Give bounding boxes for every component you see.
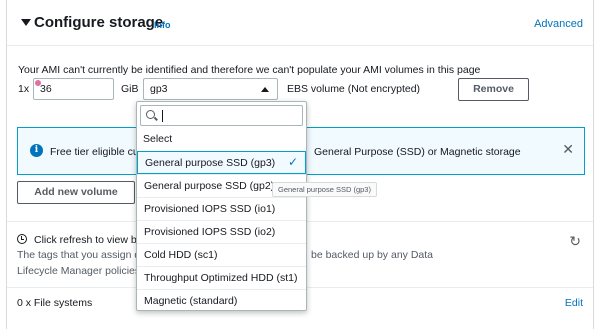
close-icon[interactable]: ✕: [562, 141, 574, 158]
volume-type-select[interactable]: gp3: [143, 78, 278, 100]
ebs-volume-desc: EBS volume (Not encrypted): [287, 83, 421, 95]
search-icon: [146, 110, 155, 119]
ami-warning-text: Your AMI can't currently be identified a…: [18, 64, 481, 76]
caret-up-icon: [261, 87, 269, 92]
dropdown-option[interactable]: General purpose SSD (gp3) ✓: [137, 151, 306, 174]
refresh-icon[interactable]: ↻: [569, 233, 581, 250]
dropdown-option[interactable]: Provisioned IOPS SSD (io2): [137, 220, 306, 243]
tags-text-line2: Lifecycle Manager policies: [17, 265, 141, 277]
volume-multiplier: 1x: [18, 83, 30, 95]
panel-header[interactable]: Configure storage Info Advanced: [7, 0, 593, 46]
dropdown-option[interactable]: Magnetic (standard): [137, 289, 306, 312]
cursor-marker: [35, 80, 41, 86]
info-circle-icon: i: [30, 144, 43, 157]
remove-button[interactable]: Remove: [458, 78, 529, 101]
clock-icon: [17, 234, 27, 244]
free-tier-text-right: General Purpose (SSD) or Magnetic storag…: [314, 146, 521, 158]
dropdown-option[interactable]: Throughput Optimized HDD (st1): [137, 266, 306, 289]
refresh-text: Click refresh to view b: [34, 234, 137, 246]
file-systems-label: 0 x File systems: [17, 297, 93, 309]
dropdown-search-input[interactable]: [140, 105, 303, 126]
dropdown-group-label: Select: [143, 133, 173, 145]
tags-text-right: be backed up by any Data: [311, 249, 434, 261]
option-tooltip: General purpose SSD (gp3): [272, 182, 377, 197]
volume-type-dropdown: Select General purpose SSD (gp3) ✓ Gener…: [136, 101, 307, 311]
size-unit-label: GiB: [121, 83, 139, 95]
info-link[interactable]: Info: [154, 20, 171, 30]
text-cursor: [162, 110, 163, 122]
dropdown-option[interactable]: Provisioned IOPS SSD (io1): [137, 197, 306, 220]
advanced-link[interactable]: Advanced: [534, 18, 583, 30]
free-tier-text-left: Free tier eligible cu: [50, 146, 139, 158]
edit-link[interactable]: Edit: [565, 297, 583, 309]
add-new-volume-button[interactable]: Add new volume: [17, 181, 135, 204]
caret-down-icon[interactable]: [21, 19, 31, 26]
check-icon: ✓: [287, 155, 298, 169]
section-title: Configure storage: [34, 14, 164, 31]
volume-size-input[interactable]: 36: [33, 78, 114, 100]
dropdown-option[interactable]: Cold HDD (sc1): [137, 243, 306, 266]
option-label: General purpose SSD (gp3): [145, 157, 276, 169]
tags-text-left: The tags that you assign d: [17, 249, 141, 261]
volume-type-value: gp3: [150, 83, 168, 95]
